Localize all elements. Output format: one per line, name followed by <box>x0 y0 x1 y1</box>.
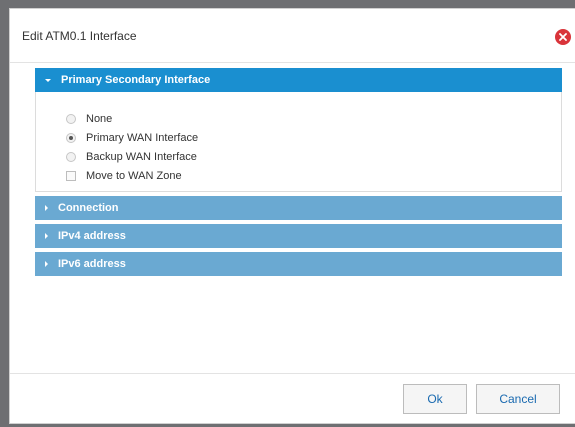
section-connection: Connection <box>35 196 562 220</box>
cancel-button[interactable]: Cancel <box>476 384 560 414</box>
radio-button-checked[interactable] <box>66 132 76 143</box>
dialog-content: Primary Secondary Interface None Primary… <box>35 68 562 280</box>
section-label: IPv6 address <box>58 258 126 270</box>
dialog-titlebar: Edit ATM0.1 Interface <box>10 9 575 63</box>
radio-label: Backup WAN Interface <box>86 150 197 163</box>
checkbox-label: Move to WAN Zone <box>86 169 182 182</box>
edit-interface-dialog: Edit ATM0.1 Interface Primary Secondary … <box>9 8 575 424</box>
checkbox-move-to-wan-zone[interactable]: Move to WAN Zone <box>66 166 561 185</box>
section-header-ipv4-address[interactable]: IPv4 address <box>35 224 562 248</box>
dialog-footer: Ok Cancel <box>10 373 575 423</box>
radio-label: Primary WAN Interface <box>86 131 199 144</box>
section-ipv6-address: IPv6 address <box>35 252 562 276</box>
caret-right-icon <box>45 233 48 239</box>
radio-button[interactable] <box>66 151 76 162</box>
radio-primary-wan-interface[interactable]: Primary WAN Interface <box>66 128 561 147</box>
caret-right-icon <box>45 261 48 267</box>
section-header-connection[interactable]: Connection <box>35 196 562 220</box>
radio-label: None <box>86 112 113 125</box>
radio-button[interactable] <box>66 113 76 124</box>
radio-none[interactable]: None <box>66 109 561 128</box>
section-label: Connection <box>58 202 119 214</box>
section-body-primary-secondary-interface: None Primary WAN Interface Backup WAN In… <box>35 92 562 192</box>
close-icon[interactable] <box>555 29 571 45</box>
section-primary-secondary-interface: Primary Secondary Interface None Primary… <box>35 68 562 192</box>
section-ipv4-address: IPv4 address <box>35 224 562 248</box>
close-x-glyph <box>559 33 567 41</box>
dialog-title: Edit ATM0.1 Interface <box>22 29 137 43</box>
checkbox[interactable] <box>66 170 76 181</box>
section-label: Primary Secondary Interface <box>61 74 211 86</box>
radio-backup-wan-interface[interactable]: Backup WAN Interface <box>66 147 561 166</box>
section-header-ipv6-address[interactable]: IPv6 address <box>35 252 562 276</box>
section-label: IPv4 address <box>58 230 126 242</box>
ok-button[interactable]: Ok <box>403 384 467 414</box>
caret-right-icon <box>45 205 48 211</box>
section-header-primary-secondary-interface[interactable]: Primary Secondary Interface <box>35 68 562 92</box>
caret-down-icon <box>45 78 51 82</box>
